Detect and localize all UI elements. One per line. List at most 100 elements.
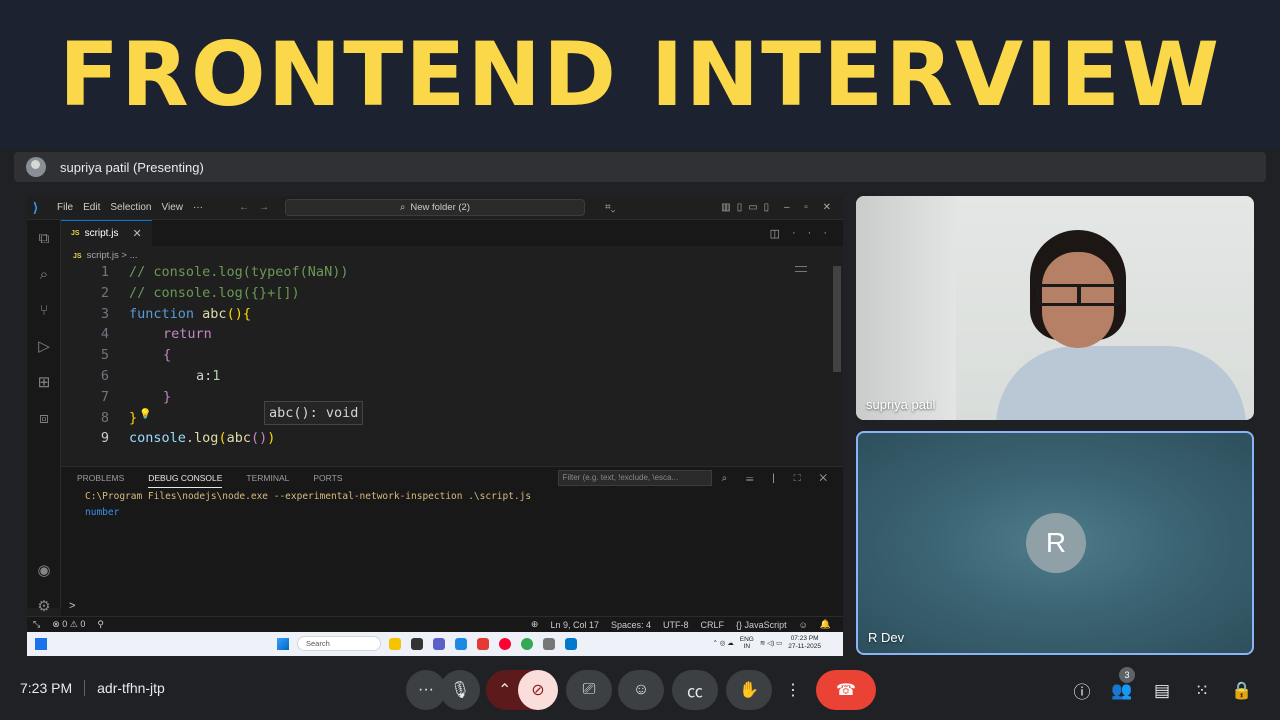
reactions-button[interactable]: ☺ — [618, 670, 664, 710]
console-prompt[interactable]: > — [69, 600, 75, 612]
copilot-icon[interactable]: ⌗⌄ — [605, 202, 615, 213]
lightbulb-icon[interactable]: 💡 — [139, 409, 151, 420]
host-controls-icon[interactable]: 🔒 — [1222, 681, 1262, 701]
zoom-icon[interactable]: ⊕ — [531, 619, 539, 630]
raise-hand-button[interactable]: ✋ — [726, 670, 772, 710]
nav-back-forward-icon[interactable]: ←→ — [239, 202, 279, 213]
problems-count[interactable]: ⊗ 0 ⚠ 0 — [52, 619, 85, 630]
remote-indicator-icon[interactable]: ⤡ — [27, 619, 42, 630]
app-icon[interactable] — [389, 637, 401, 650]
run-debug-icon[interactable]: ▷ — [27, 328, 61, 364]
captions-button[interactable]: ㏄ — [672, 670, 718, 710]
lang-top: ENG — [739, 636, 754, 643]
close-icon[interactable]: ✕ — [132, 227, 141, 240]
code-line: 8} — [61, 408, 831, 429]
cursor-position[interactable]: Ln 9, Col 17 — [550, 620, 599, 630]
account-icon[interactable]: ◉ — [27, 552, 61, 588]
background-wall — [856, 196, 956, 420]
explorer-icon[interactable]: ⧉ — [27, 220, 61, 256]
language-indicator[interactable]: ENG IN — [740, 636, 754, 650]
participant-name: supriya patil — [866, 397, 936, 412]
chat-icon[interactable]: ▤ — [1142, 681, 1182, 701]
code-line: 4 return — [61, 324, 831, 345]
copilot-status-icon[interactable]: ☺ — [799, 620, 808, 630]
language-mode[interactable]: {} JavaScript — [736, 620, 787, 630]
extensions-icon[interactable]: ⊞ — [27, 364, 61, 400]
vscode-logo-icon: ⟩ — [33, 199, 39, 215]
end-call-button[interactable]: ☎ — [816, 670, 876, 710]
menu-edit[interactable]: Edit — [83, 202, 100, 213]
vscode-taskbar-icon[interactable] — [565, 637, 577, 650]
dot: . — [185, 430, 195, 447]
label: a — [196, 367, 205, 384]
app-icon[interactable] — [499, 637, 511, 650]
camera-off-button[interactable]: ⊘ — [518, 670, 558, 710]
tab-debug-console[interactable]: DEBUG CONSOLE — [148, 469, 223, 488]
code-editor[interactable]: 1 // console.log(typeof(NaN)) 2 // console… — [61, 262, 831, 452]
taskbar-search-label: Search — [306, 639, 330, 648]
activity-bar: ⧉ ⌕ ⑂ ▷ ⊞ ⧈ ◉ ⚙ — [27, 220, 61, 615]
minimap[interactable] — [795, 266, 807, 272]
code-text: // console.log({}+[]) — [129, 284, 300, 301]
editor-scrollbar[interactable] — [833, 266, 841, 372]
app-icon[interactable] — [521, 637, 533, 650]
encoding[interactable]: UTF-8 — [663, 620, 689, 630]
console-filter-input[interactable]: Filter (e.g. text, !exclude, \esca... — [557, 470, 712, 486]
notifications-icon[interactable]: 🔔 — [820, 619, 831, 630]
tray-icons[interactable]: ⌃ ◎ ☁ — [713, 639, 734, 647]
app-icon[interactable] — [433, 637, 445, 650]
source-control-icon[interactable]: ⑂ — [27, 292, 61, 328]
participant-tile-video[interactable]: supriya patil — [856, 196, 1254, 420]
indentation[interactable]: Spaces: 4 — [611, 620, 651, 630]
line-ending[interactable]: CRLF — [701, 620, 725, 630]
participant-tile-rdev[interactable]: R R Dev — [856, 431, 1254, 655]
people-icon[interactable]: 👥 3 — [1102, 666, 1142, 701]
line-number: 7 — [100, 388, 109, 405]
windows-start-icon[interactable] — [277, 637, 289, 650]
menu-file[interactable]: File — [57, 202, 73, 213]
panel-actions[interactable]: ⌕ ☰ | ⛶ ✕ — [722, 473, 835, 484]
debug-icon[interactable]: ⚲ — [97, 619, 104, 630]
app-icon[interactable] — [477, 637, 489, 650]
tab-label: script.js — [84, 228, 119, 239]
window-controls[interactable]: ▥▯▭▯ – ▫ ✕ — [721, 202, 837, 213]
widgets-icon[interactable] — [35, 638, 47, 650]
menu-view[interactable]: View — [162, 202, 184, 213]
taskbar-clock[interactable]: 07:23 PM 27-11-2025 — [788, 635, 821, 651]
meeting-code: adr-tfhn-jtp — [97, 680, 165, 696]
split-editor-icon[interactable]: ◫ — [770, 227, 792, 240]
tab-ports[interactable]: PORTS — [313, 469, 342, 487]
windows-taskbar: Search ⌃ ◎ ☁ ENG IN ≋ ◁) ▭ 07:23 PM 27-11-… — [27, 632, 843, 656]
line-number: 2 — [100, 284, 109, 301]
screen-share: ⟩ File Edit Selection View ··· ←→ ⌕ New … — [27, 196, 843, 656]
more-actions-button[interactable]: ⋮ — [778, 670, 808, 710]
presenter-bar: supriya patil (Presenting) — [14, 152, 1266, 182]
participant-name: R Dev — [868, 630, 905, 645]
taskbar-search[interactable]: Search — [297, 636, 381, 651]
app-icon[interactable] — [411, 637, 423, 650]
more-actions-icon[interactable]: ··· — [792, 227, 839, 239]
menu-more[interactable]: ··· — [193, 202, 203, 213]
mic-button[interactable]: 🎙 — [440, 670, 480, 710]
activities-icon[interactable]: ⁙ — [1182, 681, 1222, 701]
editor-actions: ◫ ··· — [770, 220, 843, 246]
app-icon[interactable] — [455, 637, 467, 650]
present-screen-button[interactable]: ⎚ — [566, 670, 612, 710]
menu-selection[interactable]: Selection — [110, 202, 151, 213]
tab-terminal[interactable]: TERMINAL — [246, 469, 289, 487]
console-command: C:\Program Files\nodejs\node.exe --exper… — [85, 491, 532, 502]
brace: (){ — [226, 305, 251, 322]
breadcrumb[interactable]: JS script.js > ... — [73, 250, 138, 261]
wifi-sound-battery-icon[interactable]: ≋ ◁) ▭ — [760, 639, 782, 647]
line-number: 8 — [100, 409, 109, 426]
app-icon[interactable] — [543, 637, 555, 650]
code-line: 7} — [61, 387, 831, 408]
tab-script-js[interactable]: JS script.js ✕ — [61, 220, 152, 246]
remote-icon[interactable]: ⧈ — [27, 400, 61, 436]
status-right: ⊕ Ln 9, Col 17 Spaces: 4 UTF-8 CRLF {} J… — [531, 619, 843, 630]
info-icon[interactable]: ⓘ — [1062, 678, 1102, 703]
search-icon[interactable]: ⌕ — [27, 256, 61, 292]
command-center[interactable]: ⌕ New folder (2) — [285, 199, 585, 216]
line-number: 9 — [100, 430, 109, 447]
tab-problems[interactable]: PROBLEMS — [77, 469, 124, 487]
